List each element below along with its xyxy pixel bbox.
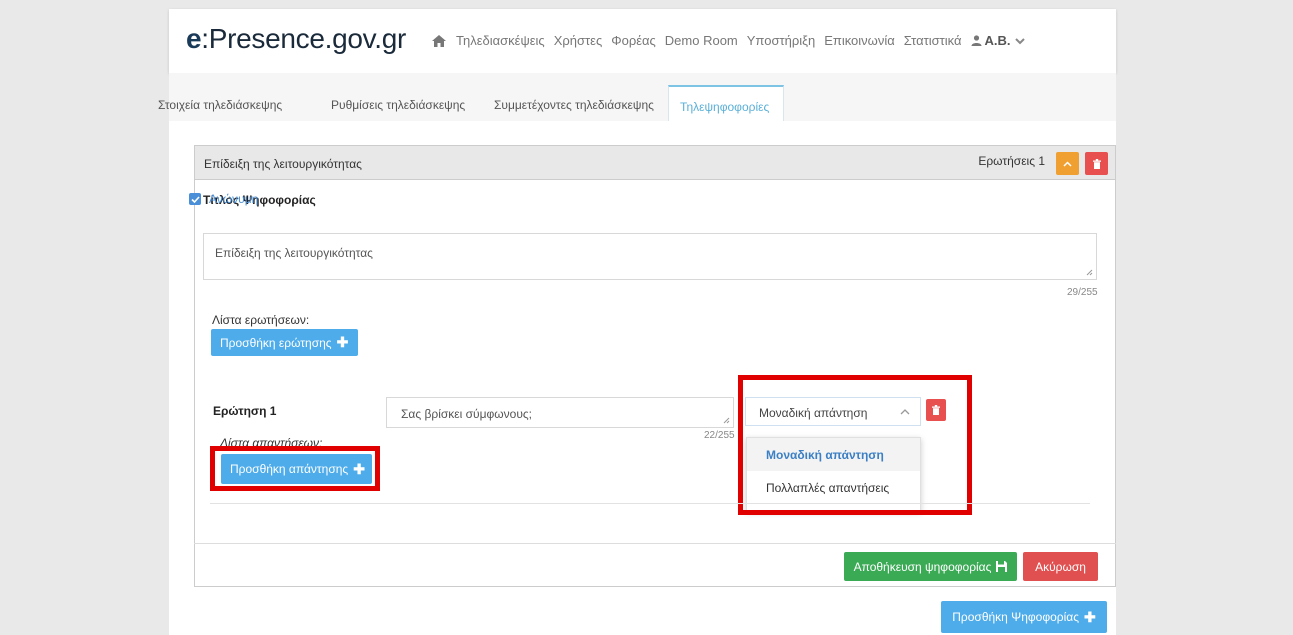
plus-icon: ✚ — [1084, 608, 1096, 625]
nav-item-contact[interactable]: Επικοινωνία — [824, 33, 895, 48]
nav-item-demo-room[interactable]: Demo Room — [665, 33, 738, 48]
nav-item-conferences[interactable]: Τηλεδιασκέψεις — [456, 33, 545, 48]
add-poll-label: Προσθήκη Ψηφοφορίας — [952, 610, 1079, 624]
tab-conference-settings[interactable]: Ρυθμίσεις τηλεδιάσκεψης — [331, 93, 479, 112]
anonymous-label[interactable]: Ανώνυμη — [209, 192, 258, 206]
question-value: Σας βρίσκει σύμφωνους; — [401, 407, 533, 421]
tab-polls[interactable]: Τηλεψηφοφορίες — [668, 85, 785, 121]
highlight-add-answer — [210, 446, 380, 491]
tab-conference-details[interactable]: Στοιχεία τηλεδιάσκεψης — [158, 93, 296, 112]
save-poll-label: Αποθήκευση ψηφοφορίας — [853, 559, 992, 574]
questions-list-label: Λίστα ερωτήσεων: — [212, 313, 310, 327]
trash-icon — [1092, 158, 1101, 169]
brand-logo[interactable]: e:Presence.gov.gr — [186, 23, 406, 55]
question-input[interactable]: Σας βρίσκει σύμφωνους; — [386, 397, 734, 428]
anonymous-checkbox[interactable] — [189, 193, 201, 205]
nav-item-support[interactable]: Υποστήριξη — [747, 33, 815, 48]
poll-header-title: Επίδειξη της λειτουργικότητας — [204, 157, 362, 171]
home-icon[interactable] — [432, 34, 446, 47]
user-icon — [971, 35, 982, 46]
panel-footer-divider — [194, 543, 1116, 544]
resize-grip-icon[interactable] — [1086, 269, 1093, 276]
poll-panel-header: Επίδειξη της λειτουργικότητας Ερωτήσεις … — [195, 146, 1115, 180]
user-initials: A.B. — [984, 33, 1011, 48]
question-divider — [210, 503, 1090, 504]
add-question-label: Προσθήκη ερώτησης — [220, 335, 332, 350]
chevron-up-icon — [1063, 160, 1072, 167]
add-question-button[interactable]: Προσθήκη ερώτησης ✚ — [211, 329, 358, 356]
poll-title-counter: 29/255 — [1067, 287, 1098, 298]
plus-icon: ✚ — [336, 334, 349, 350]
cancel-button[interactable]: Ακύρωση — [1023, 552, 1098, 581]
poll-title-value: Επίδειξη της λειτουργικότητας — [215, 246, 373, 260]
nav-item-users[interactable]: Χρήστες — [554, 33, 603, 48]
chevron-down-icon — [1014, 37, 1025, 44]
collapse-button[interactable] — [1056, 152, 1079, 175]
tab-conference-participants[interactable]: Συμμετέχοντες τηλεδιάσκεψης — [494, 93, 668, 112]
question-counter: 22/255 — [704, 430, 735, 441]
poll-panel: Επίδειξη της λειτουργικότητας Ερωτήσεις … — [194, 145, 1116, 587]
checkmark-icon — [190, 195, 200, 203]
conference-tabs: Στοιχεία τηλεδιάσκεψης Ρυθμίσεις τηλεδιά… — [158, 85, 789, 121]
user-menu[interactable]: A.B. — [971, 33, 1028, 48]
main-nav: Τηλεδιασκέψεις Χρήστες Φορέας Demo Room … — [432, 33, 1028, 48]
question-label: Ερώτηση 1 — [213, 404, 277, 418]
question-count: Ερωτήσεις 1 — [978, 154, 1045, 168]
save-icon — [996, 561, 1008, 572]
delete-poll-button[interactable] — [1085, 152, 1108, 175]
highlight-answer-type — [738, 375, 972, 515]
nav-item-statistics[interactable]: Στατιστικά — [904, 33, 962, 48]
top-navbar: e:Presence.gov.gr Τηλεδιασκέψεις Χρήστες… — [169, 9, 1116, 73]
resize-grip-icon[interactable] — [723, 417, 730, 424]
save-poll-button[interactable]: Αποθήκευση ψηφοφορίας — [844, 552, 1017, 581]
poll-title-input[interactable]: Επίδειξη της λειτουργικότητας — [203, 233, 1097, 280]
add-poll-button[interactable]: Προσθήκη Ψηφοφορίας ✚ — [941, 601, 1107, 633]
nav-item-organization[interactable]: Φορέας — [611, 33, 656, 48]
